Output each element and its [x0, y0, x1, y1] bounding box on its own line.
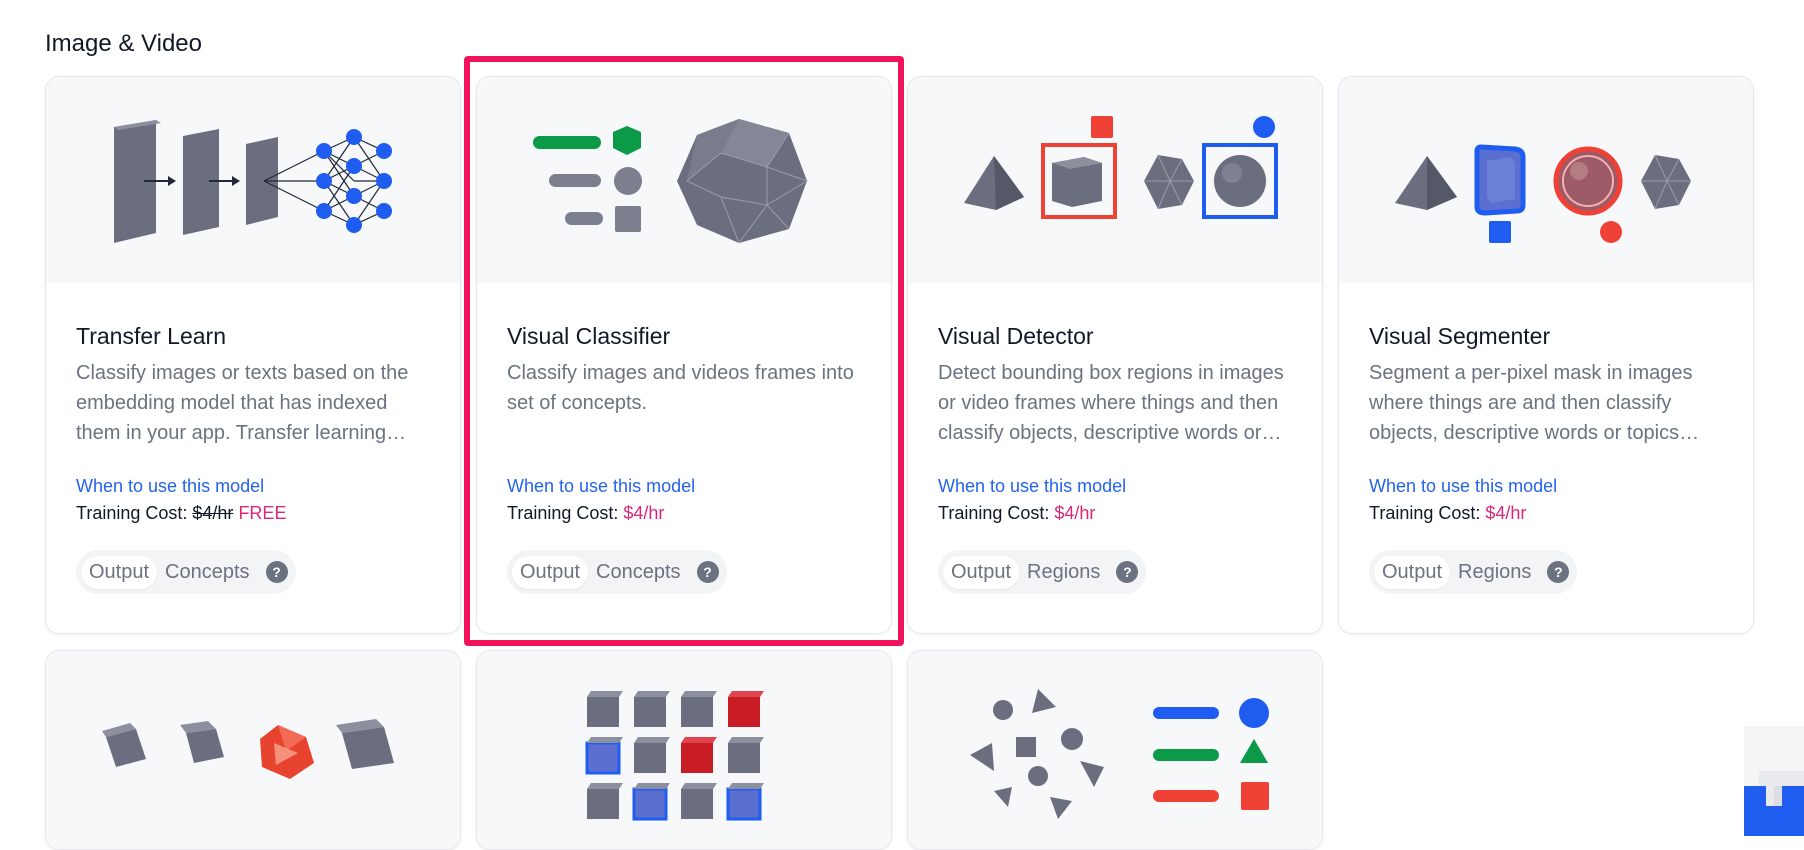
embedding-grid-icon [477, 651, 891, 850]
model-card-clustering[interactable] [45, 650, 461, 850]
model-card-transfer-learn[interactable]: Transfer Learn Classify images or texts … [45, 76, 461, 634]
training-cost-value: $4/hr [1054, 503, 1095, 523]
training-cost-value: $4/hr [1485, 503, 1526, 523]
help-icon[interactable]: ? [266, 561, 288, 583]
card-description: Classify images and videos frames into s… [507, 358, 861, 448]
card-title: Visual Segmenter [1369, 323, 1723, 350]
output-label: Output [512, 556, 588, 589]
model-card-scatter[interactable] [907, 650, 1323, 850]
help-icon[interactable]: ? [1116, 561, 1138, 583]
training-cost: Training Cost: $4/hr [938, 503, 1292, 524]
detector-boxes-icon [908, 77, 1322, 283]
output-label: Output [1374, 556, 1450, 589]
card-title: Visual Detector [938, 323, 1292, 350]
clustering-icon [46, 651, 460, 850]
training-cost-label: Training Cost: [76, 503, 187, 523]
section-title: Image & Video [45, 30, 202, 58]
output-label: Output [943, 556, 1019, 589]
model-card-visual-segmenter[interactable]: Visual Segmenter Segment a per-pixel mas… [1338, 76, 1754, 634]
training-cost-value: FREE [238, 503, 286, 523]
card-title: Visual Classifier [507, 323, 861, 350]
output-type-pill: Output Concepts ? [76, 550, 296, 594]
segmenter-masks-icon [1339, 77, 1753, 283]
neural-network-icon [46, 77, 460, 283]
training-cost: Training Cost: $4/hr [507, 503, 861, 524]
training-cost-label: Training Cost: [1369, 503, 1480, 523]
help-icon[interactable]: ? [697, 561, 719, 583]
card-title: Transfer Learn [76, 323, 430, 350]
when-to-use-link[interactable]: When to use this model [507, 476, 861, 497]
training-cost: Training Cost: $4/hr FREE [76, 503, 430, 524]
card-description: Classify images or texts based on the em… [76, 358, 430, 448]
model-card-visual-detector[interactable]: Visual Detector Detect bounding box regi… [907, 76, 1323, 634]
help-icon[interactable]: ? [1547, 561, 1569, 583]
classifier-shapes-icon [477, 77, 891, 283]
output-type-pill: Output Regions ? [938, 550, 1146, 594]
training-cost-original: $4/hr [192, 503, 233, 523]
output-type-pill: Output Regions ? [1369, 550, 1577, 594]
output-type: Concepts [588, 556, 689, 589]
output-type: Regions [1019, 556, 1108, 589]
output-type: Concepts [157, 556, 258, 589]
model-card-embedding[interactable] [476, 650, 892, 850]
scatter-shapes-icon [908, 651, 1322, 850]
training-cost-label: Training Cost: [507, 503, 618, 523]
output-type-pill: Output Concepts ? [507, 550, 727, 594]
output-type: Regions [1450, 556, 1539, 589]
when-to-use-link[interactable]: When to use this model [938, 476, 1292, 497]
training-cost-value: $4/hr [623, 503, 664, 523]
card-description: Detect bounding box regions in images or… [938, 358, 1292, 448]
app-logo-icon[interactable] [1714, 726, 1804, 836]
when-to-use-link[interactable]: When to use this model [76, 476, 430, 497]
training-cost: Training Cost: $4/hr [1369, 503, 1723, 524]
model-card-visual-classifier[interactable]: Visual Classifier Classify images and vi… [476, 76, 892, 634]
when-to-use-link[interactable]: When to use this model [1369, 476, 1723, 497]
output-label: Output [81, 556, 157, 589]
card-description: Segment a per-pixel mask in images where… [1369, 358, 1723, 448]
training-cost-label: Training Cost: [938, 503, 1049, 523]
